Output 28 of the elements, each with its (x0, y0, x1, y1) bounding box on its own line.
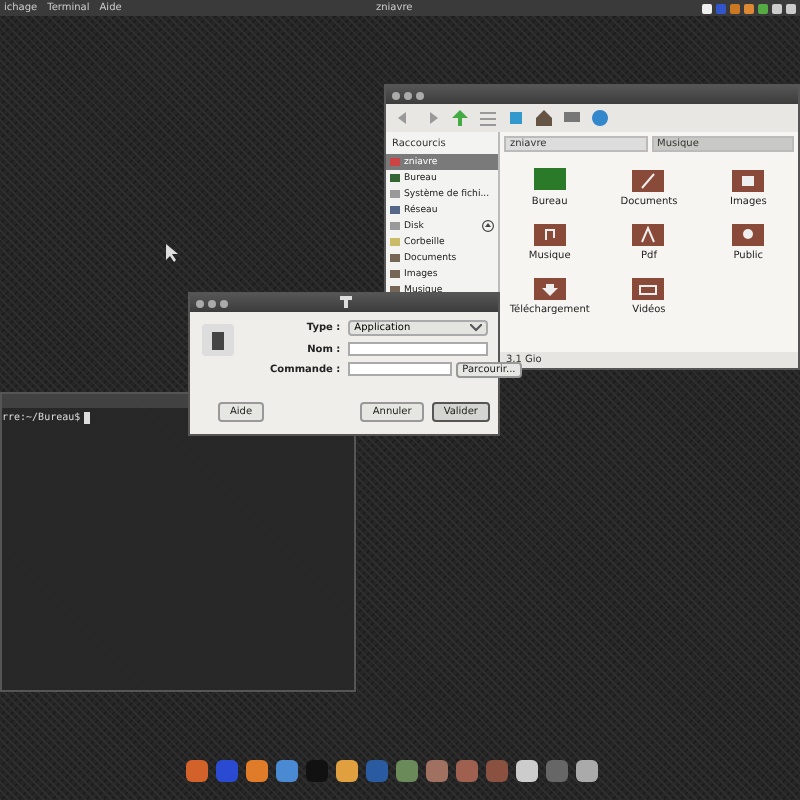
folder-icon (529, 164, 570, 194)
name-input-field[interactable] (348, 342, 488, 356)
pin-icon (340, 296, 352, 308)
app-icon[interactable] (276, 760, 298, 782)
folder-icon (628, 164, 669, 194)
app-icon[interactable] (396, 760, 418, 782)
folder-icon (628, 218, 669, 248)
launcher-icon (202, 324, 234, 356)
command-input-field[interactable] (348, 362, 453, 376)
app-icon[interactable] (576, 760, 598, 782)
folder-icon (529, 272, 570, 302)
app-icon[interactable] (516, 760, 538, 782)
folder-icon (628, 272, 669, 302)
list-icon[interactable] (478, 108, 498, 128)
folder-icon (529, 218, 570, 248)
chevron-down-icon (470, 324, 482, 332)
app-icon[interactable] (246, 760, 268, 782)
folder-icon (728, 164, 769, 194)
eject-icon[interactable] (482, 220, 494, 232)
up-arrow-icon[interactable] (450, 108, 470, 128)
text-cursor (84, 412, 91, 424)
computer-icon[interactable] (562, 108, 582, 128)
app-icon[interactable] (186, 760, 208, 782)
folder-icon (728, 218, 769, 248)
home-icon[interactable] (534, 108, 554, 128)
app-icon[interactable] (336, 760, 358, 782)
mouse-pointer-icon (166, 244, 178, 262)
globe-icon[interactable] (590, 108, 610, 128)
